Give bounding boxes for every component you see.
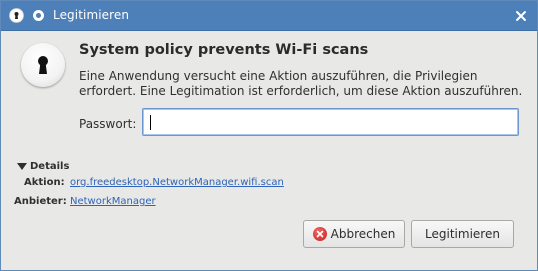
dot-icon[interactable] (31, 8, 46, 23)
close-icon[interactable] (513, 8, 529, 24)
authenticate-button-label: Legitimieren (425, 227, 500, 241)
authentication-dialog: Legitimieren System policy prevents Wi-F… (0, 0, 538, 271)
cancel-button-label: Abbrechen (330, 227, 396, 241)
vendor-label: Anbieter: (14, 196, 67, 207)
cancel-icon (312, 227, 327, 241)
text-caret (150, 115, 151, 130)
lock-icon (21, 43, 65, 87)
titlebar[interactable]: Legitimieren (1, 1, 537, 31)
window-title: Legitimieren (53, 8, 130, 22)
action-link[interactable]: org.freedesktop.NetworkManager.wifi.scan (70, 177, 284, 188)
password-field[interactable] (142, 108, 519, 136)
details-expander[interactable]: Details (17, 161, 69, 172)
vendor-link[interactable]: NetworkManager (70, 196, 156, 207)
dialog-heading: System policy prevents Wi-Fi scans (79, 42, 369, 58)
expander-arrow-icon (17, 162, 27, 170)
password-label: Passwort: (79, 117, 137, 131)
action-label: Aktion: (24, 177, 65, 188)
keyhole-icon (9, 8, 24, 23)
cancel-button[interactable]: Abbrechen (303, 220, 405, 248)
dialog-description: Eine Anwendung versucht eine Aktion ausz… (79, 69, 523, 98)
details-label: Details (30, 161, 70, 172)
authenticate-button[interactable]: Legitimieren (411, 220, 514, 248)
